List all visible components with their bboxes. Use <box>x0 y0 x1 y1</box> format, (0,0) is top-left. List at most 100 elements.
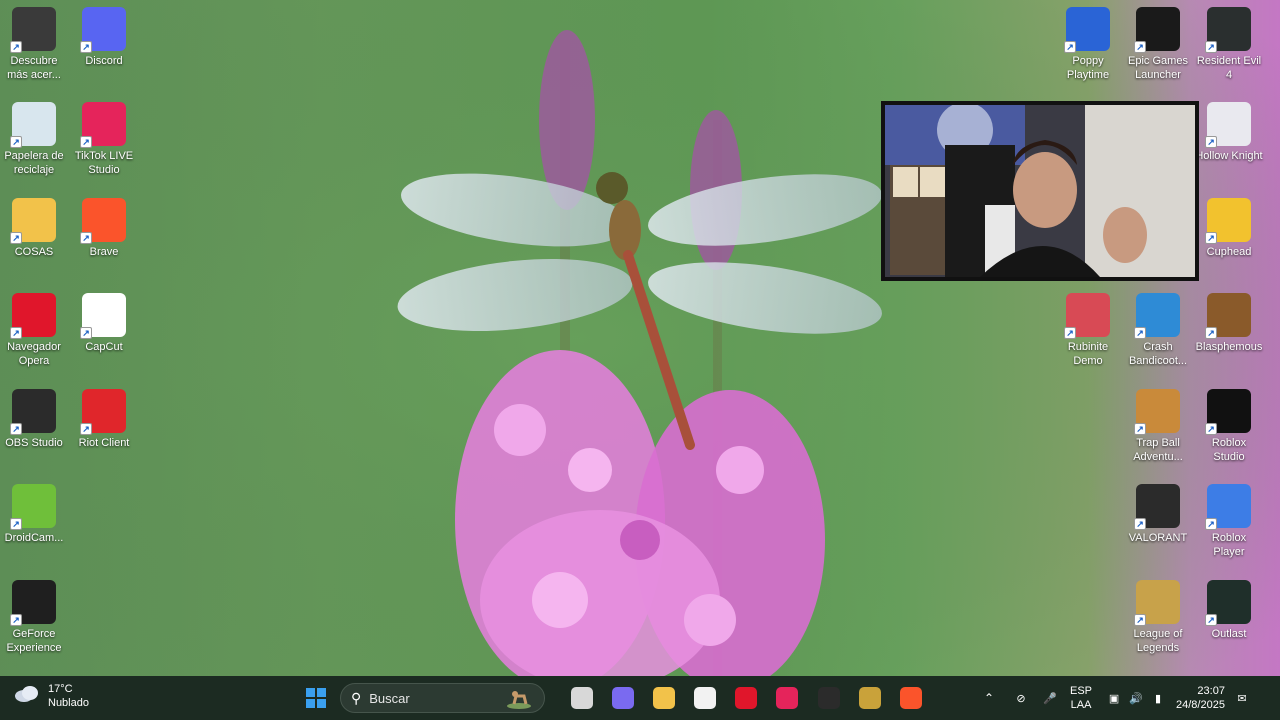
microsoft-store-icon <box>694 687 716 709</box>
desktop-shortcut[interactable]: ↗ Navegador Opera <box>0 293 70 368</box>
tiktok-live-icon <box>776 687 798 709</box>
blasphemous-icon: ↗ <box>1205 293 1251 339</box>
desktop-shortcut[interactable]: ↗ Blasphemous <box>1193 293 1265 354</box>
clock-date: 24/8/2025 <box>1176 699 1225 711</box>
desktop-shortcut-label: League of Legends <box>1133 628 1183 654</box>
desktop-shortcut[interactable]: ↗ Riot Client <box>68 389 140 450</box>
deer-highlight-icon <box>506 688 532 715</box>
shortcut-arrow-icon: ↗ <box>1064 327 1076 339</box>
desktop-shortcut-label: Papelera de reciclaje <box>4 150 64 176</box>
desktop-shortcut[interactable]: ↗ Discord <box>68 7 140 68</box>
desktop-shortcut[interactable]: ↗ Roblox Studio <box>1193 389 1265 464</box>
poppy-playtime-icon: ↗ <box>1064 7 1110 53</box>
desktop-shortcut[interactable]: ↗ Cuphead <box>1193 198 1265 259</box>
brave-icon <box>900 687 922 709</box>
desktop-shortcut[interactable]: ↗ Brave <box>68 198 140 259</box>
desktop-shortcut-label: TikTok LIVE Studio <box>74 150 134 176</box>
desktop-shortcut[interactable]: ↗ Trap Ball Adventu... <box>1122 389 1194 464</box>
desktop-shortcut[interactable]: ↗ Descubre más acer... <box>0 7 70 82</box>
rubinite-icon: ↗ <box>1064 293 1110 339</box>
taskbar-app-button[interactable] <box>650 684 678 712</box>
shortcut-arrow-icon: ↗ <box>1205 232 1217 244</box>
search-placeholder: Buscar <box>369 690 410 706</box>
shortcut-arrow-icon: ↗ <box>1205 614 1217 626</box>
desktop-shortcut-label: Cuphead <box>1206 246 1252 258</box>
opera-icon <box>735 687 757 709</box>
microphone-icon[interactable]: 🎤 <box>1042 692 1058 705</box>
search-box[interactable]: ⚲ Buscar <box>340 683 545 713</box>
system-tray: ⌃ ⊘ 🎤 ESP LAA ▣ 🔊 ▮ 23:07 24/8/2025 ✉ <box>980 676 1249 720</box>
droidcam-icon: ↗ <box>10 484 56 530</box>
desktop-shortcut[interactable]: ↗ Papelera de reciclaje <box>0 102 70 177</box>
desktop-shortcut[interactable]: ↗ GeForce Experience <box>0 580 70 655</box>
valorant-icon: ↗ <box>1134 484 1180 530</box>
shortcut-arrow-icon: ↗ <box>1064 41 1076 53</box>
shortcut-arrow-icon: ↗ <box>10 232 22 244</box>
hollow-knight-icon: ↗ <box>1205 102 1251 148</box>
taskbar-app-button[interactable] <box>568 684 596 712</box>
shortcut-arrow-icon: ↗ <box>80 423 92 435</box>
shortcut-arrow-icon: ↗ <box>80 327 92 339</box>
desktop-shortcut[interactable]: ↗ Roblox Player <box>1193 484 1265 559</box>
taskbar-app-button[interactable] <box>732 684 760 712</box>
volume-icon[interactable]: 🔊 <box>1128 692 1144 705</box>
taskbar-app-button[interactable] <box>609 684 637 712</box>
taskbar-app-button[interactable] <box>856 684 884 712</box>
desktop-shortcut[interactable]: ↗ VALORANT <box>1122 484 1194 545</box>
desktop-shortcut-label: Epic Games Launcher <box>1128 55 1188 81</box>
weather-widget[interactable]: 17°C Nublado <box>14 682 89 710</box>
desktop-shortcut-label: CapCut <box>85 341 123 353</box>
riot-client-icon: ↗ <box>80 389 126 435</box>
desktop-shortcut[interactable]: ↗ Crash Bandicoot... <box>1122 293 1194 368</box>
shortcut-arrow-icon: ↗ <box>1134 518 1146 530</box>
desktop-shortcut-label: Crash Bandicoot... <box>1128 341 1188 367</box>
search-icon: ⚲ <box>351 689 362 706</box>
taskbar-app-button[interactable] <box>773 684 801 712</box>
opera-icon: ↗ <box>10 293 56 339</box>
desktop-shortcut-label: Resident Evil 4 <box>1196 55 1262 81</box>
game-app-icon <box>859 687 881 709</box>
desktop-shortcut[interactable]: ↗ Resident Evil 4 <box>1193 7 1265 82</box>
shortcut-arrow-icon: ↗ <box>10 614 22 626</box>
cloud-icon <box>14 684 40 709</box>
shortcut-arrow-icon: ↗ <box>1205 327 1217 339</box>
network-off-icon[interactable]: ⊘ <box>1012 692 1030 705</box>
desktop-shortcut[interactable]: ↗ DroidCam... <box>0 484 70 545</box>
notification-icon[interactable]: ✉ <box>1235 692 1249 705</box>
file-explorer-icon <box>653 687 675 709</box>
desktop-shortcut[interactable]: ↗ Epic Games Launcher <box>1122 7 1194 82</box>
taskbar-app-button[interactable] <box>897 684 925 712</box>
shortcut-arrow-icon: ↗ <box>1134 614 1146 626</box>
windows-start-icon <box>306 688 326 708</box>
display-icon[interactable]: ▣ <box>1106 692 1122 705</box>
shortcut-arrow-icon: ↗ <box>10 518 22 530</box>
start-button[interactable] <box>302 684 330 712</box>
taskbar-app-button[interactable] <box>691 684 719 712</box>
clock[interactable]: 23:07 24/8/2025 <box>1176 684 1225 712</box>
desktop-shortcut[interactable]: ↗ Outlast <box>1193 580 1265 641</box>
chevron-up-icon[interactable]: ⌃ <box>980 691 998 705</box>
league-of-legends-icon: ↗ <box>1134 580 1180 626</box>
desktop-shortcut[interactable]: ↗ Hollow Knight <box>1193 102 1265 163</box>
roblox-player-icon: ↗ <box>1205 484 1251 530</box>
taskbar-app-button[interactable] <box>815 684 843 712</box>
obs-icon <box>818 687 840 709</box>
shortcut-arrow-icon: ↗ <box>80 232 92 244</box>
desktop-shortcut[interactable]: ↗ Poppy Playtime <box>1052 7 1124 82</box>
taskbar: 17°C Nublado ⚲ Buscar ⌃ ⊘ 🎤 ESP LAA ▣ 🔊 … <box>0 676 1280 720</box>
resident-evil-icon: ↗ <box>1205 7 1251 53</box>
battery-icon[interactable]: ▮ <box>1150 692 1166 705</box>
epic-games-icon: ↗ <box>1134 7 1180 53</box>
desktop-shortcut-label: Trap Ball Adventu... <box>1133 437 1183 463</box>
desktop-shortcut[interactable]: ↗ League of Legends <box>1122 580 1194 655</box>
desktop-shortcut[interactable]: ↗ COSAS <box>0 198 70 259</box>
shortcut-arrow-icon: ↗ <box>10 136 22 148</box>
desktop-shortcut[interactable]: ↗ OBS Studio <box>0 389 70 450</box>
shortcut-arrow-icon: ↗ <box>1205 518 1217 530</box>
language-indicator[interactable]: ESP LAA <box>1070 684 1092 712</box>
desktop-shortcut[interactable]: ↗ TikTok LIVE Studio <box>68 102 140 177</box>
desktop-shortcut[interactable]: ↗ Rubinite Demo <box>1052 293 1124 368</box>
webcam-overlay[interactable] <box>881 101 1199 281</box>
task-view-icon <box>571 687 593 709</box>
desktop-shortcut[interactable]: ↗ CapCut <box>68 293 140 354</box>
